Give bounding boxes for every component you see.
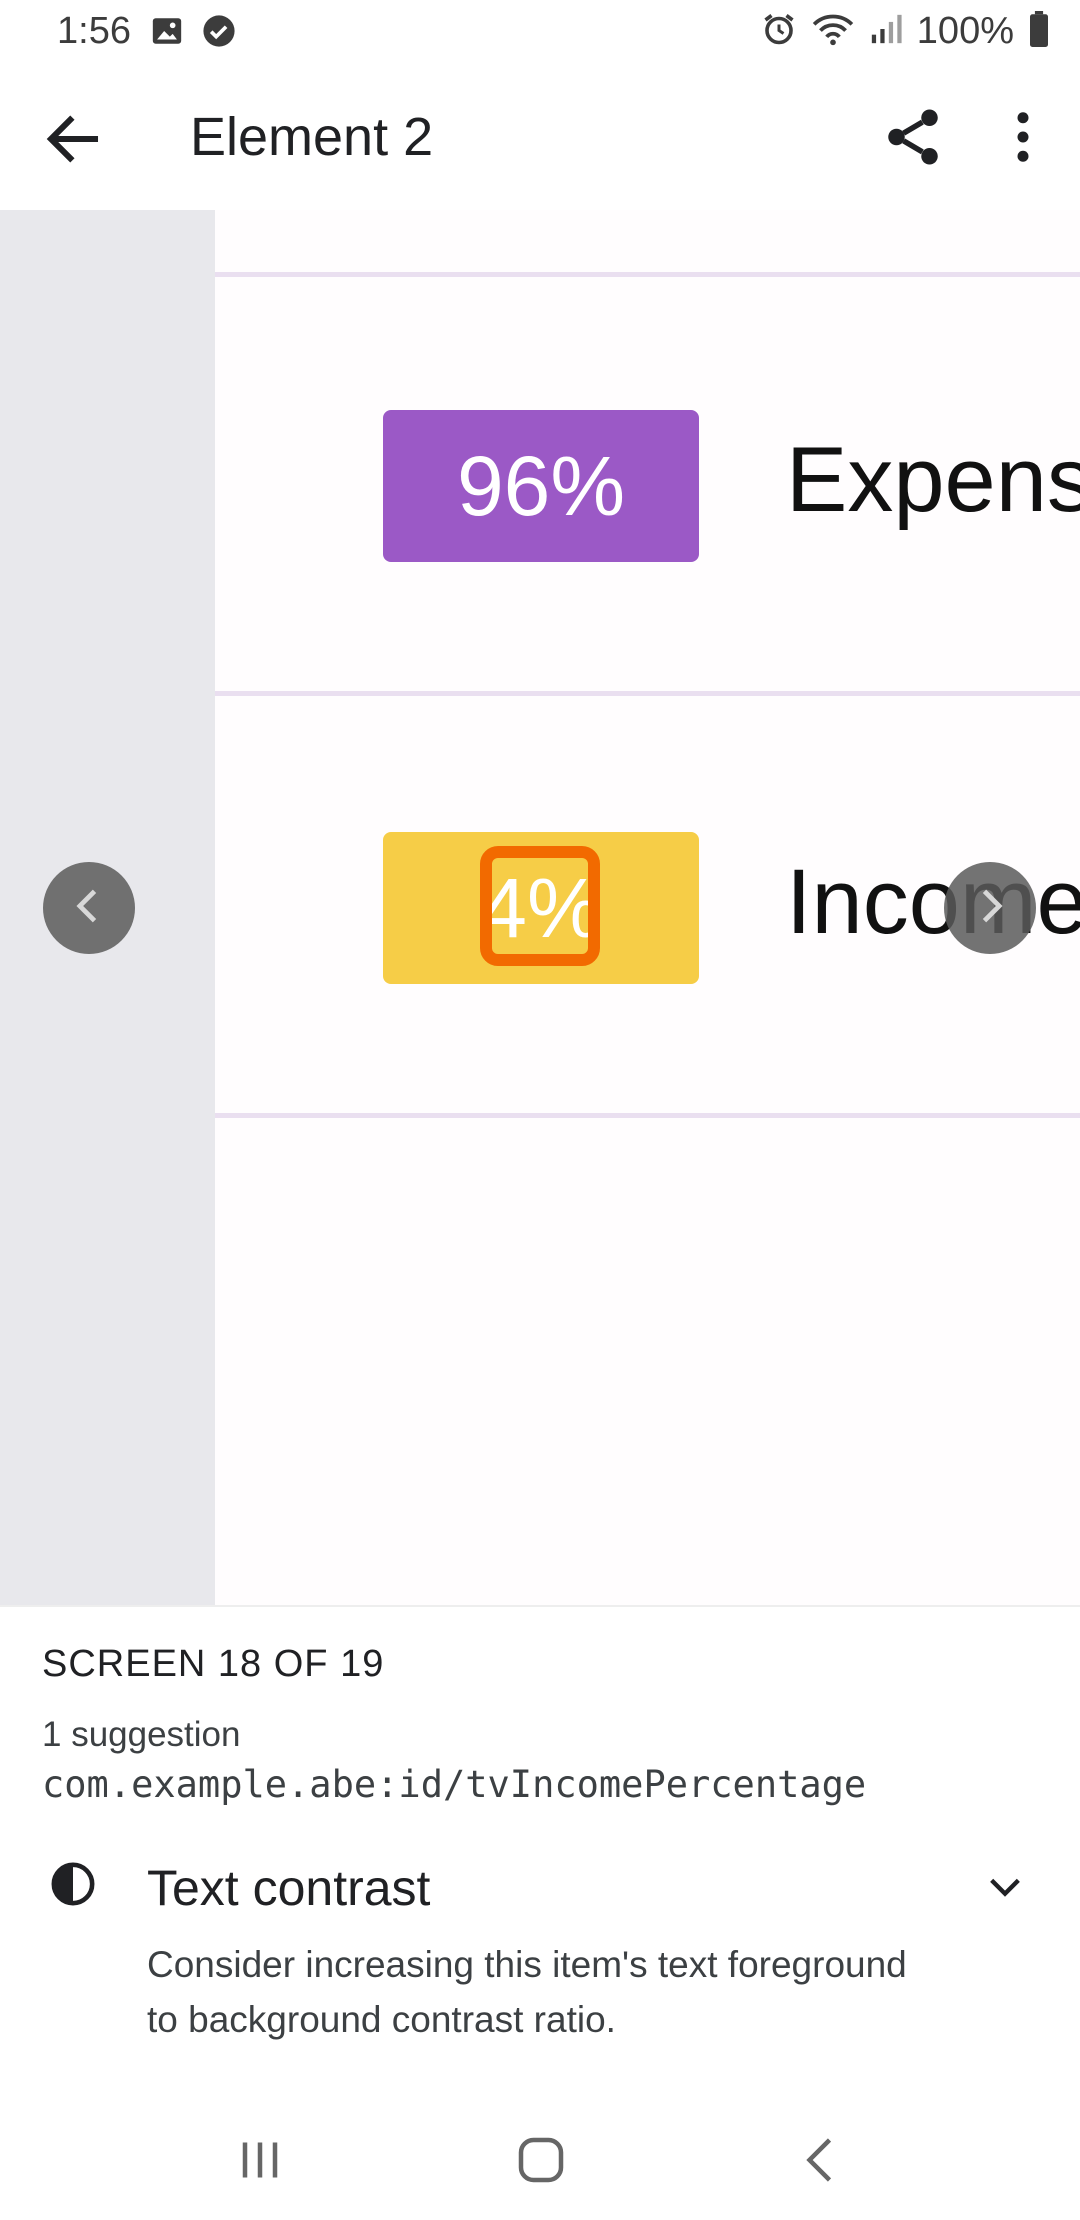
recent-apps-icon[interactable] <box>230 2130 290 2190</box>
check-circle-icon <box>202 14 236 53</box>
more-options-icon[interactable] <box>990 104 1056 170</box>
signal-icon <box>869 12 903 51</box>
chevron-left-icon <box>67 884 111 933</box>
gallery-icon <box>150 14 184 53</box>
expense-label: Expens <box>786 429 1080 531</box>
suggestion-sheet: SCREEN 18 OF 19 1 suggestion com.example… <box>0 1605 1080 2092</box>
contrast-icon <box>50 1861 96 1907</box>
chevron-right-icon <box>968 884 1012 933</box>
wifi-icon <box>811 11 855 52</box>
battery-icon <box>1028 11 1050 52</box>
row-divider <box>215 691 1080 696</box>
expense-percentage-text: 96% <box>456 438 626 533</box>
issue-description: Consider increasing this item's text for… <box>147 1944 907 2040</box>
page-title: Element 2 <box>190 107 434 167</box>
suggestion-count: 1 suggestion <box>42 1715 241 1754</box>
battery-percentage: 100% <box>916 10 1014 52</box>
row-divider <box>215 1113 1080 1118</box>
back-arrow-icon[interactable] <box>40 106 106 172</box>
screenshot-preview[interactable]: 96% Expens 4% Income <box>0 210 1080 1605</box>
next-element-button[interactable] <box>944 862 1036 954</box>
back-nav-icon[interactable] <box>792 2130 852 2190</box>
expense-percentage-badge: 96% <box>383 410 699 562</box>
screen-counter: SCREEN 18 OF 19 <box>42 1643 385 1685</box>
chevron-down-icon[interactable] <box>985 1867 1025 1907</box>
element-highlight-box[interactable] <box>480 846 600 966</box>
resource-id: com.example.abe:id/tvIncomePercentage <box>42 1763 867 1806</box>
issue-title[interactable]: Text contrast <box>147 1859 430 1917</box>
previous-element-button[interactable] <box>43 862 135 954</box>
system-nav-bar <box>0 2090 1080 2220</box>
share-icon[interactable] <box>880 104 946 170</box>
status-time: 1:56 <box>57 10 131 52</box>
alarm-icon <box>761 11 797 52</box>
home-icon[interactable] <box>511 2130 571 2190</box>
status-bar: 1:56 100% <box>0 0 1080 66</box>
row-divider <box>215 272 1080 277</box>
app-bar: Element 2 <box>0 66 1080 210</box>
income-label: Income <box>786 851 1080 953</box>
